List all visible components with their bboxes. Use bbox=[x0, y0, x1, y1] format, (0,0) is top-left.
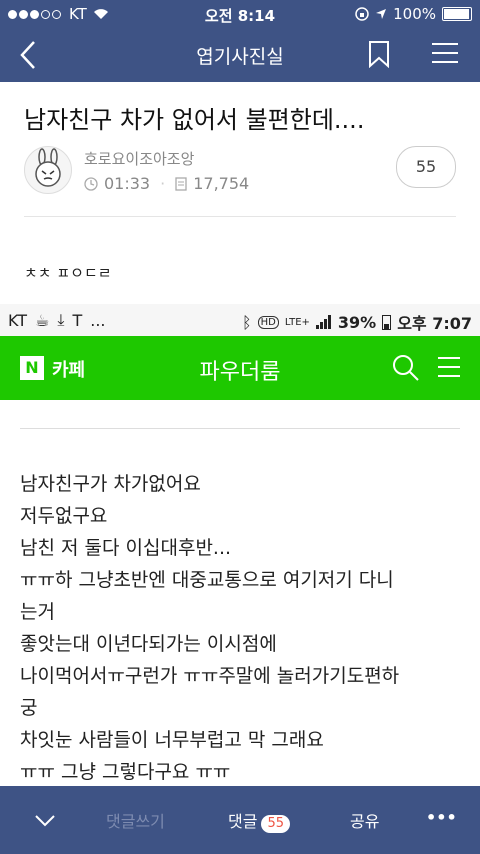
document-icon bbox=[175, 176, 187, 191]
embedded-post-body: 남자친구가 차가없어요 저두없구요 남친 저 둘다 이십대후반... ㅠㅠ하 그… bbox=[20, 468, 470, 788]
body-line: ㅠㅠ 그냥 그렇다구요 ㅠㅠ bbox=[20, 761, 231, 783]
battery-icon bbox=[442, 7, 472, 21]
tmap-icon: T bbox=[72, 310, 83, 330]
app-nav-bar: 엽기사진실 bbox=[0, 28, 480, 82]
rotation-lock-icon bbox=[355, 7, 369, 21]
comments-label: 댓글 bbox=[228, 812, 258, 831]
chevron-down-icon[interactable] bbox=[34, 814, 56, 828]
avatar[interactable] bbox=[24, 146, 72, 194]
divider bbox=[20, 428, 460, 429]
more-indicator: ... bbox=[90, 310, 106, 330]
download-icon: ⤓ bbox=[57, 310, 65, 329]
post-title: 남자친구 차가 없어서 불편한데.... bbox=[24, 106, 365, 134]
post-duration: 01:33 bbox=[104, 174, 151, 193]
embedded-time: 오후 7:07 bbox=[397, 314, 472, 333]
body-line: 나이먹어서ㅠ구런가 ㅠㅠ주말에 놀러가기도편하 bbox=[20, 665, 400, 687]
embedded-carrier: KT bbox=[8, 310, 28, 330]
comments-count-badge: 55 bbox=[261, 815, 290, 833]
post-meta: 01:33 · 17,754 bbox=[84, 174, 249, 193]
signal-bars-icon bbox=[315, 315, 331, 329]
rabbit-avatar-icon bbox=[35, 148, 61, 187]
divider bbox=[24, 216, 456, 217]
search-icon bbox=[393, 355, 419, 381]
battery-icon bbox=[382, 315, 392, 330]
view-count: 17,754 bbox=[193, 174, 250, 193]
page-title: 엽기사진실 bbox=[196, 46, 284, 68]
body-line: ㅠㅠ하 그냥초반엔 대중교통으로 여기저기 다니 bbox=[20, 569, 394, 591]
share-button[interactable]: 공유 bbox=[350, 808, 379, 832]
status-bar: KT 오전 8:14 100% bbox=[0, 0, 480, 28]
body-line: 좋앗는대 이년다되가는 이시점에 bbox=[20, 633, 277, 655]
battery-percent: 100% bbox=[393, 5, 436, 23]
body-line: 차잇눈 사람들이 너무부럽고 막 그래요 bbox=[20, 729, 324, 751]
meta-separator: · bbox=[160, 174, 166, 193]
bottom-action-bar: 댓글쓰기 댓글 55 공유 ••• bbox=[0, 786, 480, 854]
post-text: ㅊㅊ ㅍㅇㄷㄹ bbox=[24, 264, 112, 282]
body-line: 남친 저 둘다 이십대후반... bbox=[20, 537, 232, 559]
hd-icon: HD bbox=[257, 315, 279, 329]
embedded-cafe-header: N 카페 파우더룸 bbox=[0, 336, 480, 400]
comments-button[interactable]: 댓글 55 bbox=[228, 808, 290, 833]
lte-icon: LTE+ bbox=[284, 316, 310, 328]
body-line: 는거 bbox=[20, 601, 55, 623]
body-line: 남자친구가 차가없어요 bbox=[20, 473, 201, 495]
body-line: 저두없구요 bbox=[20, 505, 108, 527]
cup-icon: ☕ bbox=[35, 310, 50, 330]
embedded-battery-percent: 39% bbox=[337, 312, 377, 332]
location-icon bbox=[376, 9, 387, 19]
bookmark-icon[interactable] bbox=[368, 40, 390, 68]
body-line: 궁 bbox=[20, 697, 38, 719]
more-options-icon[interactable]: ••• bbox=[426, 808, 457, 827]
menu-icon bbox=[438, 357, 460, 377]
write-comment-button[interactable]: 댓글쓰기 bbox=[106, 808, 165, 832]
embedded-status-bar: KT ☕ ⤓ T ... ᛒ HD LTE+ 39% 오후 7:07 bbox=[0, 304, 480, 336]
author-name[interactable]: 호로요이조아조앙 bbox=[84, 148, 194, 169]
bluetooth-icon: ᛒ bbox=[242, 312, 252, 332]
menu-icon[interactable] bbox=[432, 42, 458, 64]
comment-count-bubble[interactable]: 55 bbox=[396, 146, 456, 188]
clock-icon bbox=[84, 176, 98, 191]
